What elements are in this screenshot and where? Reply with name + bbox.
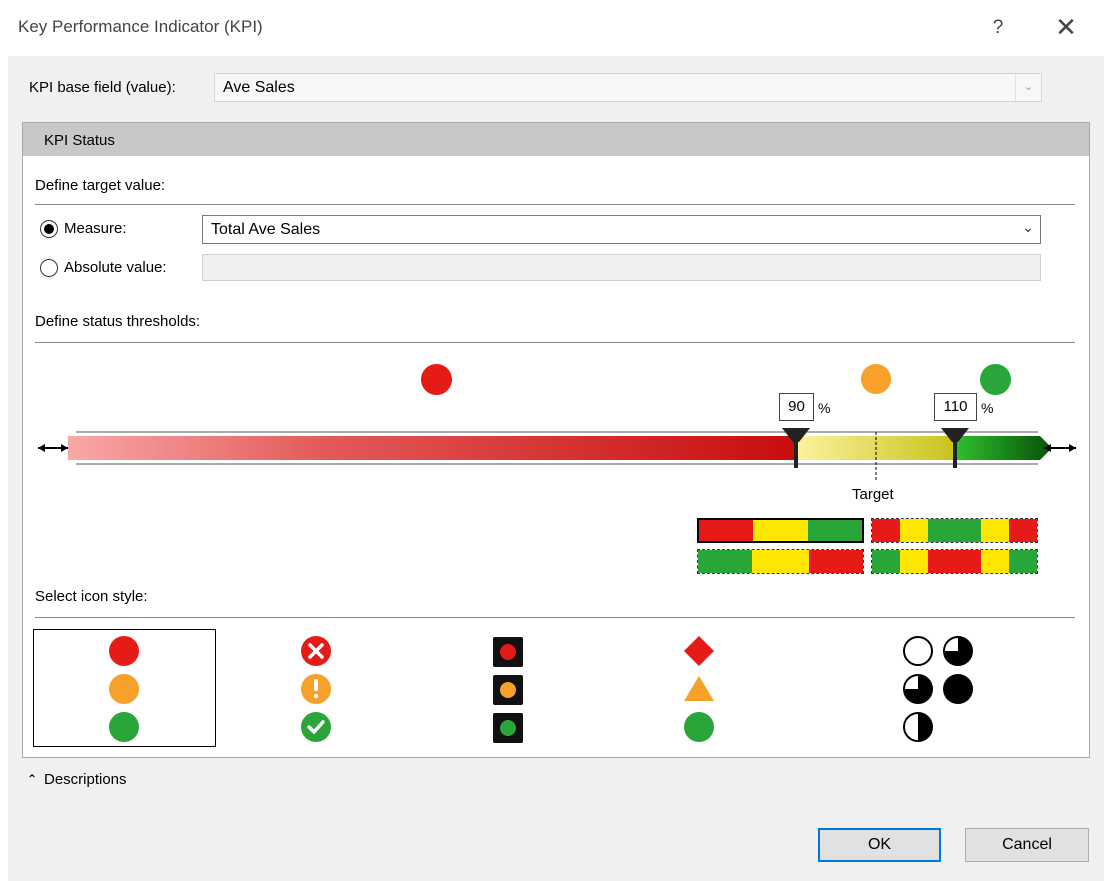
high-threshold-input[interactable]: 110 (934, 393, 977, 421)
status-green-icon (980, 364, 1011, 395)
triangle-yellow-icon (684, 676, 714, 701)
exclamation-circle-yellow-icon (301, 674, 331, 704)
icon-set-shapes[interactable] (681, 634, 717, 750)
traffic-light-green-icon (493, 713, 523, 743)
divider (35, 617, 1075, 618)
preset-green-yellow-red-yellow-green[interactable] (871, 549, 1038, 574)
status-yellow-icon (861, 364, 891, 394)
bar-green-segment (956, 436, 1040, 460)
base-field-dropdown[interactable]: Ave Sales ⌄ (214, 73, 1042, 102)
bar-left-arrow-icon (38, 444, 68, 452)
pie-three-quarter-icon (943, 636, 973, 666)
measure-dropdown[interactable]: Total Ave Sales ⌄ (202, 215, 1041, 244)
base-field-label: KPI base field (value): (29, 79, 176, 96)
percent-sign: % (818, 400, 831, 416)
percent-sign: % (981, 400, 994, 416)
target-label: Target (852, 486, 894, 503)
absolute-value-label: Absolute value: (64, 259, 167, 276)
icon-set-symbols[interactable] (298, 634, 334, 750)
define-thresholds-label: Define status thresholds: (35, 313, 201, 330)
chevron-down-icon[interactable]: ⌄ (1022, 219, 1034, 236)
circle-yellow-icon (109, 674, 139, 704)
window-title: Key Performance Indicator (KPI) (18, 17, 263, 36)
circle-green-icon (684, 712, 714, 742)
divider (35, 204, 1075, 205)
title-bar: Key Performance Indicator (KPI) ? ✕ (0, 0, 1104, 56)
diamond-red-icon (684, 636, 714, 666)
bar-red-segment (68, 436, 796, 460)
close-button[interactable]: ✕ (1050, 12, 1082, 44)
icon-set-traffic-lights[interactable] (490, 634, 526, 750)
icon-set-pies[interactable] (898, 632, 982, 748)
divider (35, 342, 1075, 343)
select-icon-style-label: Select icon style: (35, 588, 148, 605)
absolute-value-radio[interactable] (40, 259, 58, 277)
traffic-light-yellow-icon (493, 675, 523, 705)
absolute-value-input[interactable] (202, 254, 1041, 281)
x-circle-red-icon (301, 636, 331, 666)
cancel-button[interactable]: Cancel (965, 828, 1089, 862)
preset-red-yellow-green[interactable] (697, 518, 864, 543)
chevron-down-icon[interactable]: ⌄ (1015, 74, 1041, 101)
low-threshold-input[interactable]: 90 (779, 393, 814, 421)
ok-button[interactable]: OK (818, 828, 941, 862)
kpi-status-header: KPI Status (23, 123, 1089, 156)
measure-radio[interactable] (40, 220, 58, 238)
preset-red-yellow-green-yellow-red[interactable] (871, 518, 1038, 543)
define-target-label: Define target value: (35, 177, 166, 194)
traffic-light-red-icon (493, 637, 523, 667)
measure-label: Measure: (64, 220, 127, 237)
circle-green-icon (109, 712, 139, 742)
status-red-icon (421, 364, 452, 395)
descriptions-toggle[interactable]: Descriptions (44, 771, 127, 788)
check-circle-green-icon (301, 712, 331, 742)
help-button[interactable]: ? (984, 14, 1012, 42)
pie-empty-icon (903, 636, 933, 666)
circle-red-icon (109, 636, 139, 666)
pie-quarter-icon (903, 674, 933, 704)
pie-half-icon (903, 712, 933, 742)
double-chevron-up-icon[interactable]: ⌃ (27, 772, 37, 786)
base-field-value: Ave Sales (223, 79, 295, 96)
kpi-status-title: KPI Status (44, 132, 115, 149)
preset-green-yellow-red[interactable] (697, 549, 864, 574)
threshold-bar[interactable] (30, 420, 1090, 500)
measure-value: Total Ave Sales (211, 221, 321, 238)
pie-full-icon (943, 674, 973, 704)
